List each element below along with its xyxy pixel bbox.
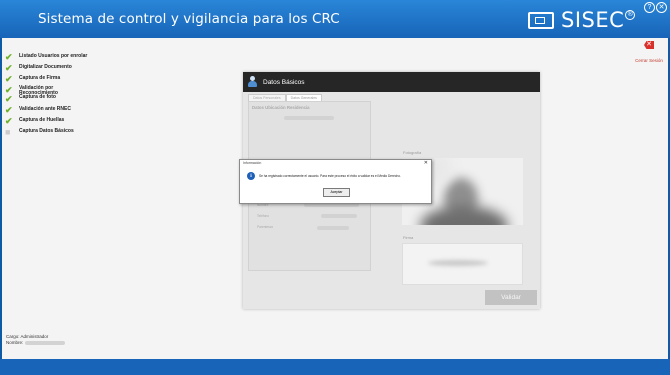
check-icon: ✔: [5, 85, 13, 95]
process-steps: ✔ Listado Usuarios por enrolar ✔ Digitaliz…: [5, 53, 87, 139]
accept-button[interactable]: Aceptar: [323, 188, 350, 197]
signature-box: [402, 243, 523, 285]
close-window-button[interactable]: ✕: [656, 2, 667, 13]
step-item: ✔ Captura de foto: [5, 94, 56, 104]
pending-icon: ■: [5, 127, 11, 137]
step-item: ✔ Digitalizar Documento: [5, 63, 72, 73]
logout-label: Cerrar Sesión: [635, 58, 663, 63]
datos-window-title: Datos Básicos: [263, 78, 305, 86]
parentesco-field[interactable]: [317, 226, 349, 230]
photo-label: Fotografía: [403, 150, 422, 155]
info-icon: i: [247, 172, 255, 180]
check-icon: ✔: [5, 116, 13, 126]
logout-icon: ✕: [644, 41, 654, 49]
sisec-logo: SISEC ®: [528, 8, 636, 32]
check-icon: ✔: [5, 63, 13, 73]
signature-redacted: [428, 260, 488, 266]
app-header: Sistema de control y vigilancia para los…: [0, 0, 670, 38]
dialog-message: Se ha registrado correctamente el usuari…: [259, 174, 401, 178]
logo-mark-icon: [528, 11, 554, 29]
check-icon: ✔: [5, 52, 13, 62]
validate-button[interactable]: Validar: [485, 290, 537, 305]
telefono-label: Teléfono: [257, 214, 270, 218]
dialog-close-icon[interactable]: ✕: [424, 160, 428, 166]
help-button[interactable]: ?: [644, 2, 655, 13]
dialog-title: Información: [243, 161, 262, 165]
telefono-field[interactable]: [321, 214, 357, 218]
registered-mark: ®: [625, 10, 636, 20]
app-title: Sistema de control y vigilancia para los…: [38, 11, 340, 27]
step-item: ✔ Listado Usuarios por enrolar: [5, 52, 88, 62]
user-name-redacted: [24, 340, 65, 345]
check-icon: ✔: [5, 74, 13, 84]
parentesco-label: Parentesco: [257, 225, 274, 229]
signature-label: Firma: [403, 235, 414, 240]
step-item: ✔ Captura de Huellas: [5, 116, 65, 126]
app-footer: [0, 359, 670, 375]
info-dialog: Información ✕ i Se ha registrado correct…: [239, 159, 432, 204]
logo-text: SISEC: [561, 8, 625, 32]
datos-window-header: Datos Básicos: [243, 72, 540, 92]
step-item: ✔ Validación ante RNEC: [5, 105, 71, 115]
user-info: Cargo: Administrador Nombre:: [6, 334, 65, 346]
section-location-title: Datos Ubicación Residencia: [252, 105, 310, 110]
step-item-current: ■ Captura Datos Básicos: [5, 127, 74, 137]
logout-button[interactable]: ✕ Cerrar Sesión: [635, 41, 663, 67]
location-field[interactable]: [284, 116, 334, 120]
check-icon: ✔: [5, 94, 13, 104]
user-name-row: Nombre:: [6, 340, 65, 346]
check-icon: ✔: [5, 105, 13, 115]
user-icon: [248, 76, 257, 88]
photo-shoulders: [420, 206, 508, 225]
